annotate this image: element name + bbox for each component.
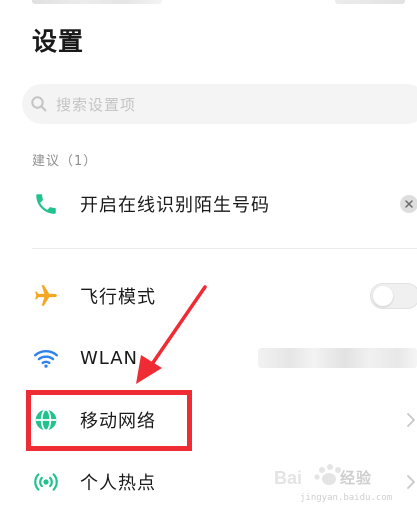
settings-item-label: 个人热点 (80, 473, 156, 494)
settings-item-mobile-network[interactable]: 移动网络 (0, 392, 417, 448)
suggestion-item-unknown-caller-id[interactable]: 开启在线识别陌生号码 (0, 176, 417, 232)
watermark-url: jingyan.baidu.com (300, 493, 393, 503)
chevron-right-icon (406, 472, 417, 492)
status-bar-right (335, 0, 405, 4)
status-bar-left (32, 0, 162, 4)
search-icon (30, 95, 48, 113)
section-divider (32, 248, 417, 249)
dismiss-button[interactable] (400, 195, 417, 213)
search-placeholder: 搜索设置项 (56, 95, 137, 114)
hotspot-icon (32, 468, 60, 496)
settings-item-label: 飞行模式 (80, 287, 156, 308)
search-bar[interactable]: 搜索设置项 (22, 84, 417, 124)
settings-item-label: 移动网络 (80, 411, 156, 432)
settings-item-wlan[interactable]: WLAN (0, 330, 417, 386)
settings-item-label: WLAN (80, 347, 139, 369)
toggle-knob (373, 286, 393, 306)
chevron-right-icon (406, 410, 417, 430)
watermark-text: 经验 (340, 469, 373, 487)
page-title: 设置 (32, 27, 85, 56)
suggestion-item-label: 开启在线识别陌生号码 (80, 195, 270, 216)
globe-icon (32, 406, 60, 434)
suggestions-header: 建议（1） (32, 154, 98, 169)
airplane-mode-toggle[interactable] (370, 283, 417, 309)
wlan-network-name-redacted (258, 348, 417, 368)
phone-icon (32, 190, 60, 218)
wifi-icon (32, 344, 60, 372)
settings-item-airplane-mode[interactable]: 飞行模式 (0, 268, 417, 324)
close-icon (405, 200, 413, 208)
airplane-icon (32, 282, 60, 310)
